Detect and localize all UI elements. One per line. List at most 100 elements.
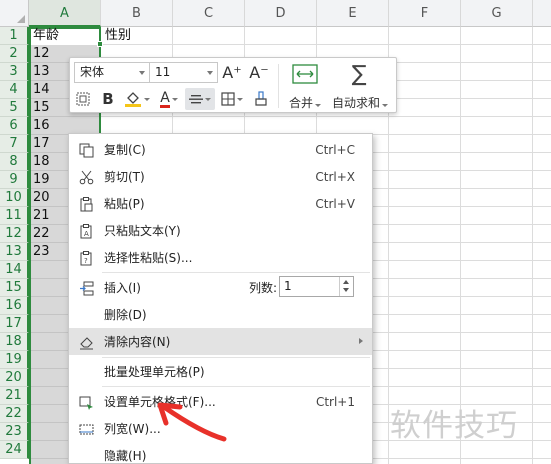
merge-button[interactable]: 合并: [289, 94, 322, 111]
bold-button[interactable]: B: [98, 88, 118, 110]
row-header-19[interactable]: 19: [0, 351, 29, 369]
row-header-13[interactable]: 13: [0, 243, 29, 261]
menu-item-shortcut: Ctrl+1: [315, 394, 355, 409]
chevron-down-icon: [237, 97, 243, 101]
menu-item-label: 选择性粘贴(S)...: [104, 251, 193, 265]
column-header-a[interactable]: A: [29, 0, 101, 27]
cell-a5[interactable]: 15: [33, 99, 50, 117]
row-header-5[interactable]: 5: [0, 99, 29, 117]
row-header-4[interactable]: 4: [0, 81, 29, 99]
stepper-buttons[interactable]: [339, 277, 353, 296]
cell-a4[interactable]: 14: [33, 81, 50, 99]
row-header-16[interactable]: 16: [0, 297, 29, 315]
row-header-14[interactable]: 14: [0, 261, 29, 279]
cell-a8[interactable]: 18: [33, 153, 50, 171]
cell-a12[interactable]: 22: [33, 225, 50, 243]
menu-item-delete[interactable]: 删除(D): [69, 301, 372, 328]
cell-a11[interactable]: 21: [33, 207, 50, 225]
cell-a10[interactable]: 20: [33, 189, 50, 207]
menu-item-paste[interactable]: 粘贴(P) Ctrl+V: [69, 190, 372, 217]
autosum-button[interactable]: 自动求和: [332, 94, 389, 111]
row-header-21[interactable]: 21: [0, 387, 29, 405]
menu-item-paste-special[interactable]: ? 选择性粘贴(S)...: [69, 244, 372, 271]
svg-text:?: ?: [84, 257, 88, 265]
row-header-23[interactable]: 23: [0, 423, 29, 441]
menu-item-insert[interactable]: 插入(I) 列数: 1: [69, 274, 372, 301]
cell-a9[interactable]: 19: [33, 171, 50, 189]
cell-b1[interactable]: 性别: [105, 27, 131, 45]
row-header-20[interactable]: 20: [0, 369, 29, 387]
borders-button[interactable]: [218, 88, 246, 110]
menu-item-paste-text-only[interactable]: A 只粘贴文本(Y): [69, 217, 372, 244]
row-header-22[interactable]: 22: [0, 405, 29, 423]
row-header-15[interactable]: 15: [0, 279, 29, 297]
svg-text:A: A: [84, 230, 89, 238]
row-header-9[interactable]: 9: [0, 171, 29, 189]
menu-item-label: 清除内容(N): [104, 335, 171, 349]
column-header-g[interactable]: G: [461, 0, 533, 27]
decrease-font-button[interactable]: A⁻: [248, 61, 270, 83]
chevron-down-icon: [139, 71, 145, 75]
row-header-24[interactable]: 24: [0, 441, 29, 459]
insert-columns-value[interactable]: 1: [284, 279, 292, 293]
cell-a7[interactable]: 17: [33, 135, 50, 153]
column-header-e[interactable]: E: [317, 0, 389, 27]
menu-item-label: 粘贴(P): [104, 197, 145, 211]
column-header-d[interactable]: D: [245, 0, 317, 27]
column-header-h[interactable]: [533, 0, 551, 27]
row-header-10[interactable]: 10: [0, 189, 29, 207]
column-header-b[interactable]: B: [101, 0, 173, 27]
merge-icon[interactable]: [288, 62, 322, 86]
insert-columns-stepper[interactable]: 1: [279, 276, 354, 297]
cell-a2[interactable]: 12: [33, 45, 50, 63]
row-header-12[interactable]: 12: [0, 225, 29, 243]
menu-separator: [102, 386, 370, 387]
sum-icon[interactable]: ∑: [346, 61, 372, 87]
row-header-2[interactable]: 2: [0, 45, 29, 63]
row-header-8[interactable]: 8: [0, 153, 29, 171]
row-header-17[interactable]: 17: [0, 315, 29, 333]
stepper-down-icon[interactable]: [343, 288, 349, 292]
cell-a3[interactable]: 13: [33, 63, 50, 81]
menu-item-label: 剪切(T): [104, 170, 145, 184]
menu-item-cut[interactable]: 剪切(T) Ctrl+X: [69, 163, 372, 190]
menu-item-label: 复制(C): [104, 143, 146, 157]
increase-font-button[interactable]: A⁺: [221, 61, 243, 83]
row-header-6[interactable]: 6: [0, 117, 29, 135]
menu-separator: [102, 272, 370, 273]
paste-icon: [78, 196, 94, 212]
borders-icon: [221, 92, 235, 106]
menu-item-batch-cells[interactable]: 批量处理单元格(P): [69, 358, 372, 385]
row-header-7[interactable]: 7: [0, 135, 29, 153]
watermark-text: 软件技巧: [390, 408, 518, 444]
annotation-arrow-icon: [157, 402, 227, 442]
align-button[interactable]: [185, 88, 215, 110]
row-header-11[interactable]: 11: [0, 207, 29, 225]
submenu-arrow-icon: [359, 338, 363, 344]
mini-format-toolbar: 宋体 11 A⁺ A⁻ B A 合并 ∑ 自动求和: [69, 57, 397, 113]
stepper-up-icon[interactable]: [343, 280, 349, 284]
fill-color-button[interactable]: [121, 88, 153, 110]
clear-format-button[interactable]: [251, 88, 271, 110]
row-header-1[interactable]: 1: [0, 27, 29, 45]
row-header-18[interactable]: 18: [0, 333, 29, 351]
font-name-select[interactable]: 宋体: [74, 62, 150, 83]
cell-a13[interactable]: 23: [33, 243, 50, 261]
menu-item-clear-contents[interactable]: 清除内容(N): [69, 328, 372, 355]
column-width-icon: [78, 421, 94, 437]
select-all-corner[interactable]: [0, 0, 29, 27]
menu-item-hide[interactable]: 隐藏(H): [69, 442, 372, 464]
font-size-select[interactable]: 11: [149, 62, 218, 83]
fill-handle[interactable]: [97, 41, 103, 47]
cell-a1[interactable]: 年龄: [33, 27, 59, 45]
font-color-button[interactable]: A: [155, 88, 183, 110]
scissors-icon: [78, 169, 94, 185]
column-header-c[interactable]: C: [173, 0, 245, 27]
copy-icon: [78, 142, 94, 158]
menu-item-shortcut: Ctrl+V: [315, 196, 355, 211]
column-header-f[interactable]: F: [389, 0, 461, 27]
menu-item-copy[interactable]: 复制(C) Ctrl+C: [69, 136, 372, 163]
format-painter-icon[interactable]: [73, 88, 93, 110]
cell-a6[interactable]: 16: [33, 117, 50, 135]
row-header-3[interactable]: 3: [0, 63, 29, 81]
